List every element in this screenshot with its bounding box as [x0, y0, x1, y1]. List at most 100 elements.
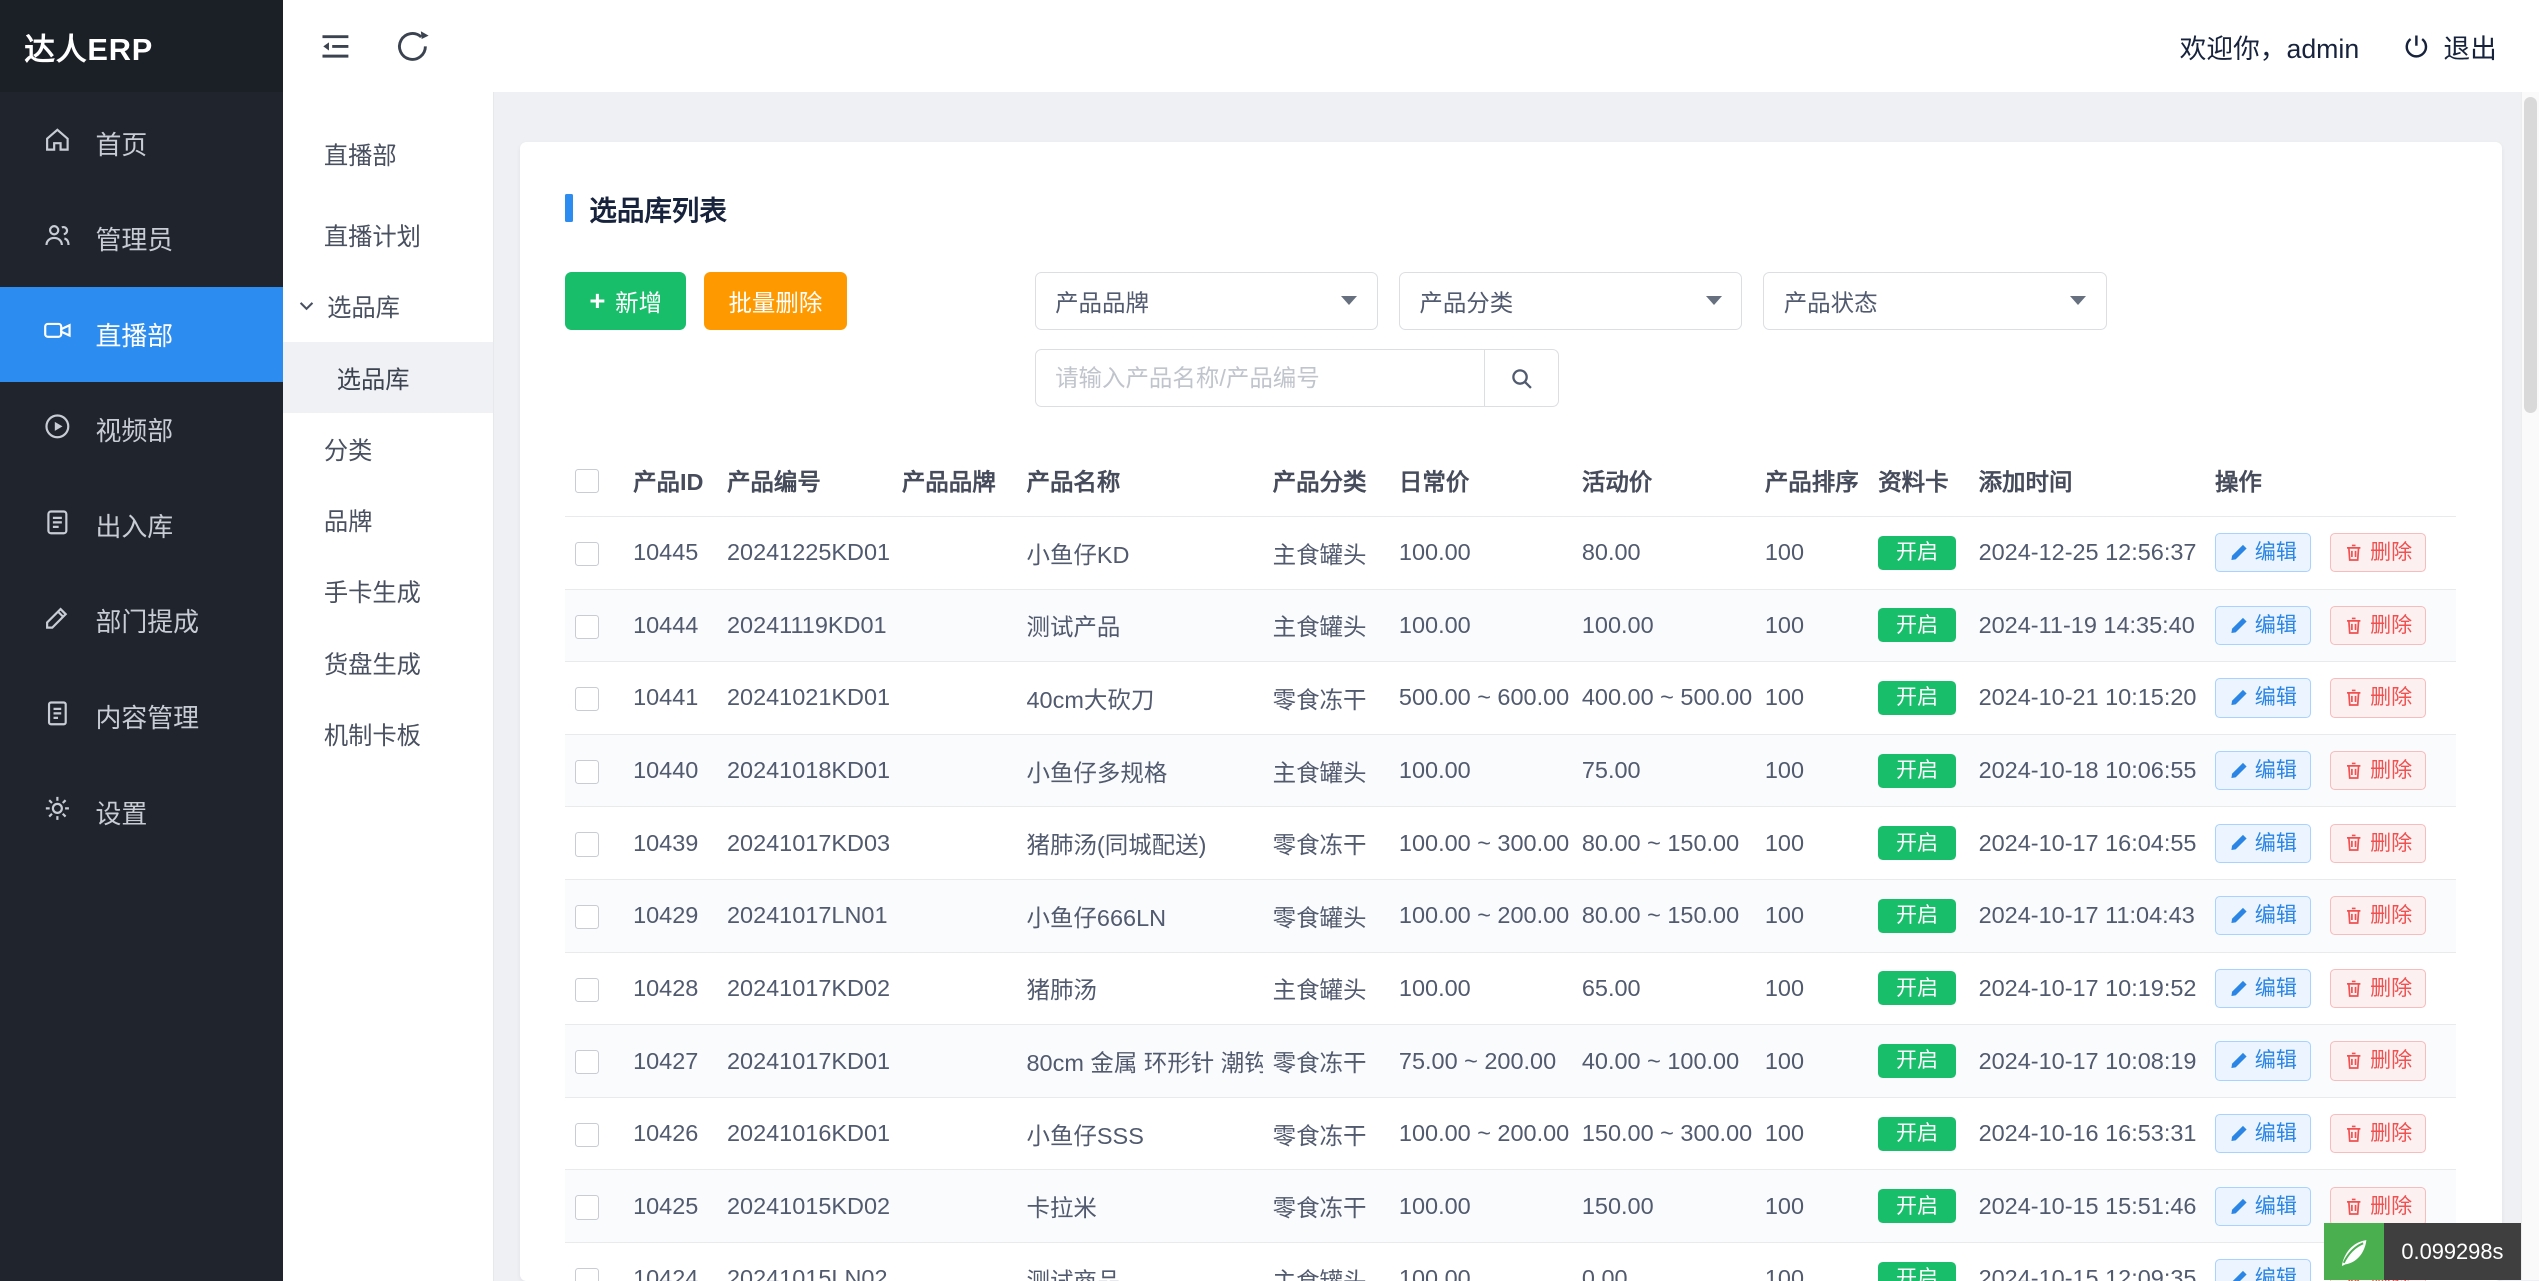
cell-product-id: 10426: [623, 1097, 717, 1170]
row-checkbox[interactable]: [575, 978, 599, 1002]
row-checkbox[interactable]: [575, 760, 599, 784]
batch-delete-button[interactable]: 批量删除: [704, 272, 846, 330]
submenu-item-live-plan[interactable]: 直播计划: [283, 199, 492, 270]
sidebar-item-commission[interactable]: 部门提成: [0, 573, 283, 669]
scrollbar-thumb[interactable]: [2524, 97, 2537, 413]
edit-button[interactable]: 编辑: [2215, 1041, 2311, 1080]
delete-button[interactable]: 删除: [2330, 1114, 2426, 1153]
status-badge[interactable]: 开启: [1878, 681, 1956, 715]
submenu-item-handcard-gen[interactable]: 手卡生成: [283, 555, 492, 626]
add-button[interactable]: + 新增: [565, 272, 686, 330]
cell-activity-price: 150.00 ~ 300.00: [1572, 1097, 1755, 1170]
submenu-item-brand[interactable]: 品牌: [283, 484, 492, 555]
row-checkbox[interactable]: [575, 1123, 599, 1147]
status-badge[interactable]: 开启: [1878, 1044, 1956, 1078]
pencil-icon: [2229, 833, 2248, 852]
cell-add-time: 2024-10-18 10:06:55: [1969, 734, 2205, 807]
delete-button[interactable]: 删除: [2330, 969, 2426, 1008]
row-checkbox[interactable]: [575, 615, 599, 639]
status-badge[interactable]: 开启: [1878, 899, 1956, 933]
sidebar-item-settings[interactable]: 设置: [0, 764, 283, 860]
status-badge[interactable]: 开启: [1878, 536, 1956, 570]
sidebar-item-label: 内容管理: [96, 698, 200, 735]
debug-logo-icon[interactable]: [2324, 1223, 2384, 1280]
collapse-menu-icon[interactable]: [316, 27, 355, 66]
row-checkbox[interactable]: [575, 687, 599, 711]
cell-product-id: 10441: [623, 662, 717, 735]
edit-button[interactable]: 编辑: [2215, 1259, 2311, 1281]
submenu-item-live-dept[interactable]: 直播部: [283, 108, 492, 199]
col-product-id: 产品ID: [623, 443, 717, 516]
edit-button[interactable]: 编辑: [2215, 606, 2311, 645]
status-badge[interactable]: 开启: [1878, 1262, 1956, 1281]
cell-product-code: 20241015LN02: [717, 1243, 892, 1281]
brand-filter-select[interactable]: 产品品牌: [1035, 272, 1378, 330]
status-badge[interactable]: 开启: [1878, 1189, 1956, 1223]
trash-icon: [2344, 906, 2363, 925]
delete-button[interactable]: 删除: [2330, 824, 2426, 863]
row-checkbox[interactable]: [575, 1050, 599, 1074]
delete-button[interactable]: 删除: [2330, 751, 2426, 790]
submenu-item-mechanism-card[interactable]: 机制卡板: [283, 698, 492, 769]
sidebar-item-admin[interactable]: 管理员: [0, 191, 283, 287]
status-badge[interactable]: 开启: [1878, 826, 1956, 860]
search-button[interactable]: [1485, 349, 1559, 407]
select-all-checkbox[interactable]: [575, 469, 599, 493]
row-checkbox[interactable]: [575, 832, 599, 856]
trash-icon: [2344, 833, 2363, 852]
chevron-down-icon: [1341, 296, 1357, 305]
status-filter-select[interactable]: 产品状态: [1763, 272, 2106, 330]
edit-button[interactable]: 编辑: [2215, 969, 2311, 1008]
sidebar-item-label: 出入库: [96, 507, 174, 544]
page-scrollbar[interactable]: [2521, 92, 2539, 1280]
sidebar-item-warehouse[interactable]: 出入库: [0, 478, 283, 574]
submenu-item-category[interactable]: 分类: [283, 413, 492, 484]
sidebar-item-live-dept[interactable]: 直播部: [0, 287, 283, 383]
submenu-item-product-library-parent[interactable]: 选品库: [283, 270, 492, 341]
debug-time: 0.099298s: [2384, 1223, 2522, 1280]
category-filter-label: 产品分类: [1419, 284, 1513, 318]
sidebar-item-content[interactable]: 内容管理: [0, 669, 283, 765]
search-input[interactable]: [1035, 349, 1485, 407]
delete-button[interactable]: 删除: [2330, 896, 2426, 935]
submenu-item-pallet-gen[interactable]: 货盘生成: [283, 627, 492, 698]
logout-button[interactable]: 退出: [2401, 27, 2496, 66]
edit-button[interactable]: 编辑: [2215, 1187, 2311, 1226]
row-checkbox[interactable]: [575, 542, 599, 566]
edit-button[interactable]: 编辑: [2215, 751, 2311, 790]
delete-button[interactable]: 删除: [2330, 533, 2426, 572]
cell-product-name: 猪肺汤: [1017, 952, 1263, 1025]
edit-button[interactable]: 编辑: [2215, 824, 2311, 863]
row-checkbox[interactable]: [575, 905, 599, 929]
delete-button[interactable]: 删除: [2330, 1187, 2426, 1226]
delete-button[interactable]: 删除: [2330, 1041, 2426, 1080]
pencil-icon: [2229, 1269, 2248, 1281]
trash-icon: [2344, 616, 2363, 635]
chevron-down-icon: [1706, 296, 1722, 305]
home-icon: [42, 124, 73, 162]
cell-daily-price: 100.00: [1389, 952, 1572, 1025]
category-filter-select[interactable]: 产品分类: [1399, 272, 1742, 330]
pencil-icon: [2229, 761, 2248, 780]
col-product-brand: 产品品牌: [892, 443, 1017, 516]
row-checkbox[interactable]: [575, 1195, 599, 1219]
debug-trace-badge[interactable]: 0.099298s: [2324, 1223, 2522, 1280]
refresh-icon[interactable]: [393, 27, 432, 66]
status-badge[interactable]: 开启: [1878, 971, 1956, 1005]
cell-add-time: 2024-11-19 14:35:40: [1969, 589, 2205, 662]
delete-button[interactable]: 删除: [2330, 606, 2426, 645]
cell-activity-price: 80.00: [1572, 516, 1755, 589]
status-badge[interactable]: 开启: [1878, 608, 1956, 642]
edit-button[interactable]: 编辑: [2215, 533, 2311, 572]
row-checkbox[interactable]: [575, 1268, 599, 1281]
sidebar-item-home[interactable]: 首页: [0, 96, 283, 192]
edit-button[interactable]: 编辑: [2215, 896, 2311, 935]
edit-button[interactable]: 编辑: [2215, 678, 2311, 717]
status-badge[interactable]: 开启: [1878, 1117, 1956, 1151]
sidebar-item-video-dept[interactable]: 视频部: [0, 382, 283, 478]
submenu-item-product-library[interactable]: 选品库: [283, 342, 492, 413]
status-badge[interactable]: 开启: [1878, 754, 1956, 788]
delete-button[interactable]: 删除: [2330, 678, 2426, 717]
cell-product-name: 80cm 金属 环形针 潮钩: [1017, 1025, 1263, 1098]
edit-button[interactable]: 编辑: [2215, 1114, 2311, 1153]
